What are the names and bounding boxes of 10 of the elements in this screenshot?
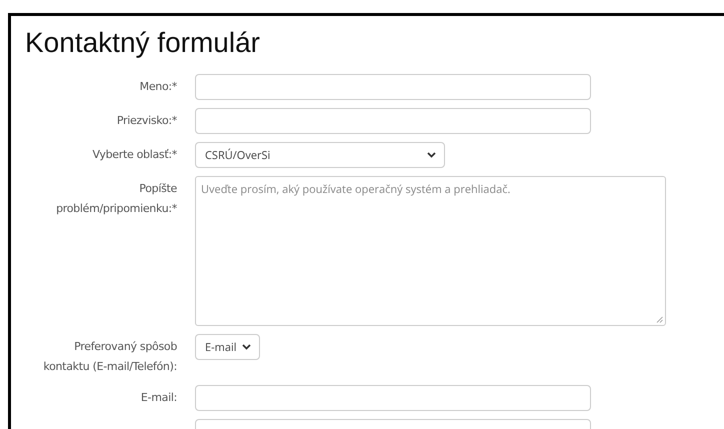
field-label: Meno:* <box>138 79 177 95</box>
text-area[interactable]: Uveďte prosím, aký používate operačný systém a prehliadač. <box>195 176 666 326</box>
field-label: Preferovaný spôsob kontaktu (E-mail/Telefón): <box>42 339 177 375</box>
form-title: Kontaktný formulár <box>25 26 261 60</box>
dropdown[interactable]: CSRÚ/OverSi <box>195 142 445 168</box>
field-label: Vyberte oblasť:* <box>91 147 177 163</box>
field-label: Popíšte problém/pripomienku:* <box>55 181 177 217</box>
field-label: Priezvisko:* <box>116 113 177 129</box>
dropdown[interactable]: E-mail <box>195 334 260 360</box>
field-label: E-mail: <box>140 390 177 406</box>
